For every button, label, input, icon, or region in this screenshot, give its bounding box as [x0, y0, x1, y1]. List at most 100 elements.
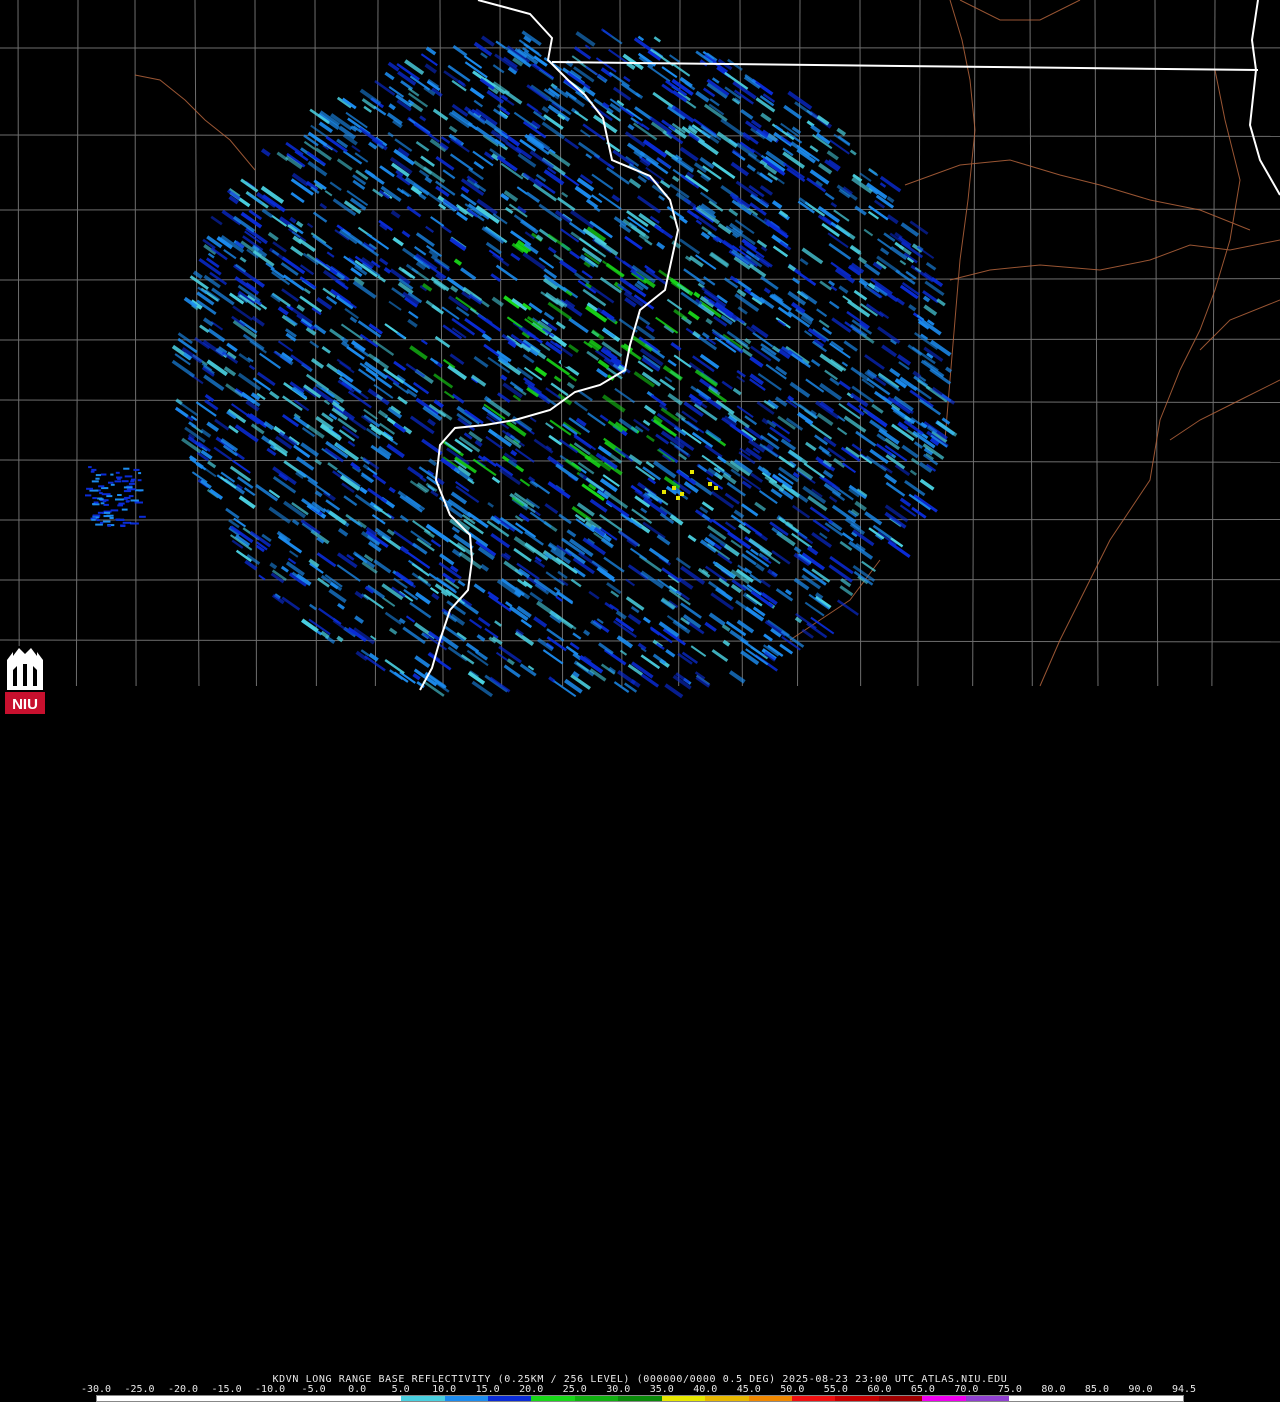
colorbar-segment	[271, 1396, 314, 1401]
echo-streak	[103, 500, 107, 502]
echo-streak	[131, 500, 139, 502]
echo-streak	[115, 519, 120, 521]
echo-cell	[662, 490, 666, 494]
legend-tick: 60.0	[867, 1384, 891, 1395]
legend-tick: 90.0	[1128, 1384, 1152, 1395]
echo-cell	[690, 470, 694, 474]
echo-streak	[99, 498, 104, 500]
echo-streak	[110, 474, 113, 476]
echo-streak	[98, 512, 104, 514]
echo-streak	[100, 522, 103, 524]
colorbar-segment	[184, 1396, 227, 1401]
echo-streak	[124, 486, 133, 488]
echo-streak	[96, 516, 99, 518]
echo-streak	[92, 497, 97, 499]
legend-tick: -10.0	[255, 1384, 285, 1395]
echo-cell	[672, 486, 676, 490]
legend-tick: 10.0	[432, 1384, 456, 1395]
echo-streak	[117, 504, 123, 506]
echo-streak	[122, 480, 129, 482]
echo-streak	[123, 522, 132, 524]
colorbar-segment	[1140, 1396, 1183, 1401]
colorbar-segment	[705, 1396, 748, 1401]
reflectivity-colorbar	[96, 1395, 1184, 1402]
echo-streak	[133, 469, 139, 471]
echo-streak	[116, 472, 120, 474]
echo-streak	[107, 525, 111, 527]
echo-streak	[128, 488, 135, 490]
echo-cell	[708, 482, 712, 486]
legend-tick: 15.0	[476, 1384, 500, 1395]
legend-ticks: -30.0-25.0-20.0-15.0-10.0-5.00.05.010.01…	[96, 1384, 1196, 1395]
echo-streak	[97, 519, 100, 521]
echo-streak	[124, 490, 131, 492]
colorbar-segment	[922, 1396, 965, 1401]
echo-streak	[115, 480, 122, 482]
echo-streak	[129, 483, 135, 485]
colorbar-segment	[97, 1396, 140, 1401]
colorbar-segment	[314, 1396, 357, 1401]
echo-streak	[95, 478, 99, 480]
echo-streak	[135, 489, 144, 491]
echo-streak	[120, 525, 125, 527]
echo-streak	[104, 504, 109, 506]
echo-streak	[110, 517, 114, 519]
legend-tick: 40.0	[693, 1384, 717, 1395]
echo-streak	[91, 471, 95, 473]
legend-tick: -15.0	[211, 1384, 241, 1395]
echo-streak	[89, 490, 98, 492]
colorbar-segment	[445, 1396, 488, 1401]
echo-streak	[138, 472, 141, 474]
radar-map	[0, 0, 1280, 720]
echo-streak	[122, 509, 128, 511]
legend-tick: 85.0	[1085, 1384, 1109, 1395]
echo-streak	[130, 480, 134, 482]
colorbar-segment	[358, 1396, 401, 1401]
legend-tick: -5.0	[302, 1384, 326, 1395]
echo-streak	[124, 497, 130, 499]
colorbar-segment	[618, 1396, 661, 1401]
echo-cell	[714, 486, 718, 490]
echo-streak	[88, 466, 92, 468]
legend-tick: 65.0	[911, 1384, 935, 1395]
legend-tick: 35.0	[650, 1384, 674, 1395]
colorbar-segment	[662, 1396, 705, 1401]
colorbar-segment	[792, 1396, 835, 1401]
echo-cell	[680, 492, 684, 496]
colorbar-segment	[401, 1396, 444, 1401]
colorbar-segment	[531, 1396, 574, 1401]
echo-streak	[104, 515, 111, 517]
echo-streak	[98, 485, 104, 487]
echo-streak	[108, 482, 114, 484]
echo-streak	[102, 493, 111, 495]
echo-streak	[111, 509, 119, 511]
colorbar-segment	[1009, 1396, 1052, 1401]
legend-tick: -25.0	[124, 1384, 154, 1395]
echo-streak	[118, 503, 124, 505]
echo-streak	[117, 494, 122, 496]
echo-streak	[138, 479, 142, 481]
echo-streak	[101, 487, 108, 489]
colorbar-segment	[575, 1396, 618, 1401]
echo-streak	[86, 488, 93, 490]
colorbar-segment	[140, 1396, 183, 1401]
echo-streak	[106, 495, 112, 497]
legend-footer: KDVN LONG RANGE BASE REFLECTIVITY (0.25K…	[0, 686, 1280, 720]
colorbar-segment	[1096, 1396, 1139, 1401]
colorbar-segment	[488, 1396, 531, 1401]
echo-streak	[85, 494, 91, 496]
echo-streak	[125, 475, 133, 477]
echo-streak	[115, 499, 124, 501]
colorbar-segment	[966, 1396, 1009, 1401]
echo-streak	[131, 523, 139, 525]
colorbar-segment	[879, 1396, 922, 1401]
legend-tick: -20.0	[168, 1384, 198, 1395]
legend-tick: 55.0	[824, 1384, 848, 1395]
legend-tick: 0.0	[348, 1384, 366, 1395]
legend-tick: 45.0	[737, 1384, 761, 1395]
echo-streak	[117, 478, 121, 480]
legend-tick: 5.0	[392, 1384, 410, 1395]
colorbar-segment	[835, 1396, 878, 1401]
echo-streak	[95, 524, 103, 526]
legend-tick: 94.5	[1172, 1384, 1196, 1395]
